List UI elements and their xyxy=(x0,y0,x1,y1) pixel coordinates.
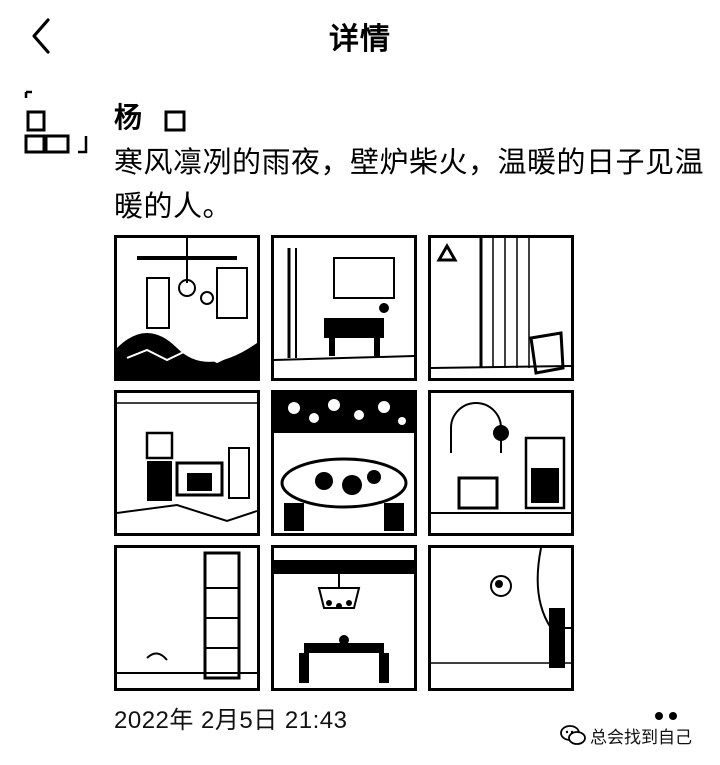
photo-grid xyxy=(114,235,574,692)
photo-9[interactable] xyxy=(428,545,574,691)
top-bar: 详情 xyxy=(0,0,720,72)
watermark: 总会找到自己 xyxy=(560,722,692,748)
photo-6[interactable] xyxy=(428,390,574,536)
photo-2[interactable] xyxy=(271,235,417,381)
photo-8[interactable] xyxy=(271,545,417,691)
photo-1[interactable] xyxy=(114,235,260,381)
watermark-text: 总会找到自己 xyxy=(590,727,692,747)
post-timestamp: 2022年 2月5日 21:43 xyxy=(114,707,348,734)
photo-7[interactable] xyxy=(114,545,260,691)
page-title: 详情 xyxy=(329,22,391,57)
avatar[interactable] xyxy=(20,88,98,160)
badge-icon xyxy=(164,110,186,132)
more-options-icon[interactable] xyxy=(652,710,682,722)
post-text: 寒风凛冽的雨夜，壁炉柴火，温暖的日子见温暖的人。 xyxy=(114,145,705,223)
wechat-icon xyxy=(560,725,586,745)
photo-3[interactable] xyxy=(428,235,574,381)
photo-4[interactable] xyxy=(114,390,260,536)
photo-5[interactable] xyxy=(271,390,417,536)
author-name[interactable]: 杨 xyxy=(114,96,142,136)
